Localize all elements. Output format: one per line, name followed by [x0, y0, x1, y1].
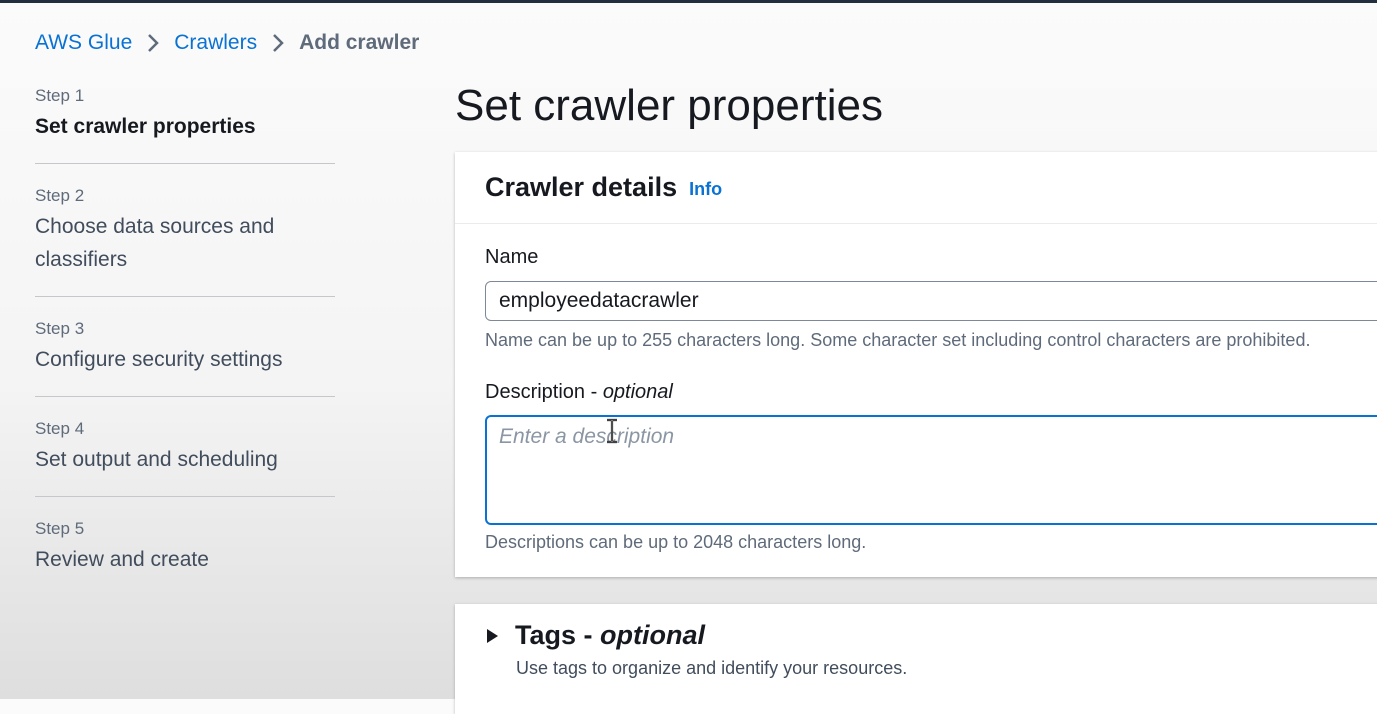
wizard-step-1: Step 1 Set crawler properties: [35, 82, 335, 164]
panel-title: Crawler details: [485, 172, 678, 202]
description-label: Description - optional: [485, 381, 673, 404]
step-title[interactable]: Configure security settings: [35, 343, 335, 376]
wizard-step-3[interactable]: Step 3 Configure security settings: [35, 315, 335, 397]
caret-right-icon: [487, 628, 498, 643]
tags-title-text: Tags -: [515, 620, 601, 650]
tags-optional-text: optional: [600, 620, 705, 650]
step-number: Step 2: [35, 186, 85, 205]
wizard-step-4[interactable]: Step 4 Set output and scheduling: [35, 415, 335, 497]
step-title[interactable]: Review and create: [35, 543, 335, 576]
breadcrumb-link-crawlers[interactable]: Crawlers: [174, 31, 257, 55]
wizard-step-5[interactable]: Step 5 Review and create: [35, 515, 335, 596]
page-title: Set crawler properties: [455, 81, 883, 130]
tags-panel: Tags - optional Use tags to organize and…: [455, 604, 1377, 714]
top-bar: [0, 0, 1377, 3]
step-title: Set crawler properties: [35, 115, 256, 138]
wizard-steps-nav: Step 1 Set crawler properties Step 2 Cho…: [35, 82, 335, 614]
tags-description: Use tags to organize and identify your r…: [516, 658, 908, 678]
tags-expand-toggle[interactable]: Tags - optional: [485, 620, 705, 651]
breadcrumb-current: Add crawler: [299, 31, 420, 54]
chevron-right-icon: [146, 32, 160, 54]
breadcrumb-link-aws-glue[interactable]: AWS Glue: [35, 31, 132, 55]
breadcrumb: AWS Glue Crawlers Add crawler: [35, 28, 419, 58]
name-hint: Name can be up to 255 characters long. S…: [485, 330, 1311, 350]
crawler-name-input[interactable]: [485, 281, 1377, 321]
name-label: Name: [485, 246, 539, 268]
description-hint: Descriptions can be up to 2048 character…: [485, 532, 867, 552]
optional-text: optional: [602, 381, 673, 403]
text-cursor-icon: [607, 418, 617, 444]
step-number: Step 1: [35, 86, 85, 105]
tags-title: Tags - optional: [515, 620, 705, 651]
step-title[interactable]: Choose data sources and classifiers: [35, 210, 335, 276]
description-label-text: Description -: [485, 381, 603, 403]
step-number: Step 4: [35, 419, 85, 438]
step-title[interactable]: Set output and scheduling: [35, 443, 335, 476]
step-number: Step 3: [35, 319, 85, 338]
wizard-step-2[interactable]: Step 2 Choose data sources and classifie…: [35, 182, 335, 297]
crawler-details-panel: Crawler details Info Name Name can be up…: [455, 152, 1377, 577]
info-link[interactable]: Info: [689, 179, 722, 200]
step-number: Step 5: [35, 519, 85, 538]
chevron-right-icon: [271, 32, 285, 54]
panel-header: Crawler details Info: [455, 152, 1377, 224]
